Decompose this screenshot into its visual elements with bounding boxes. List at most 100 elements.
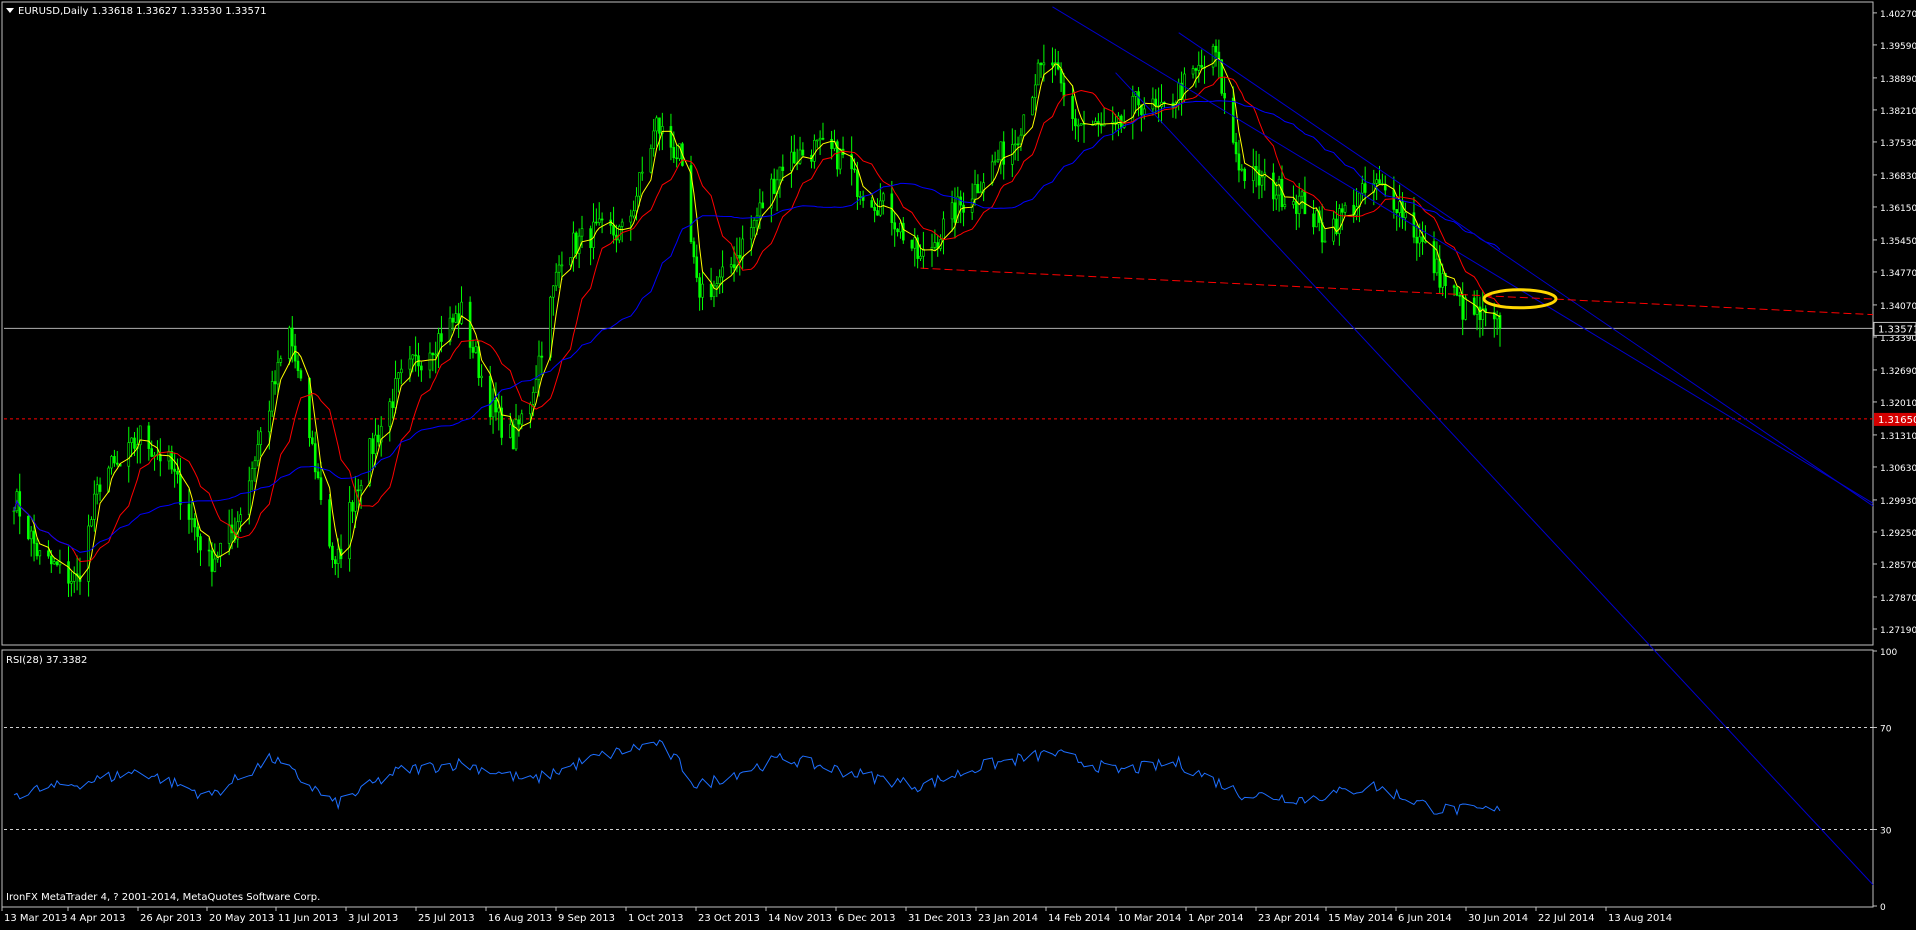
price-tick-label: 1.30630 xyxy=(1880,464,1916,474)
candle-body xyxy=(72,573,76,582)
candle-body xyxy=(296,360,300,371)
candle-body xyxy=(1031,97,1034,116)
candle-body xyxy=(996,159,1000,162)
candle-body xyxy=(497,407,501,413)
candle-body xyxy=(1421,236,1424,242)
candle-body xyxy=(451,317,455,323)
candle-body xyxy=(976,184,980,194)
candle-body xyxy=(399,368,403,374)
candle-body xyxy=(29,530,33,540)
candle-body xyxy=(652,130,656,149)
candle-body xyxy=(557,264,561,273)
candle-body xyxy=(1458,295,1462,297)
candle-body xyxy=(35,543,39,557)
candle-body xyxy=(701,283,704,298)
candle-body xyxy=(1435,258,1439,274)
candle-body xyxy=(540,355,544,358)
candle-body xyxy=(239,514,242,523)
candle-body xyxy=(979,191,983,194)
candle-body xyxy=(520,413,524,425)
time-tick-label: 6 Jun 2014 xyxy=(1398,913,1452,924)
candle-body xyxy=(1240,168,1244,171)
candle-body xyxy=(790,151,793,171)
candle-body xyxy=(675,157,678,160)
price-tick-label: 1.34070 xyxy=(1880,302,1916,312)
candle-body xyxy=(919,255,922,259)
price-tick-label: 1.29930 xyxy=(1880,497,1916,507)
symbol-title: EURUSD,Daily 1.33618 1.33627 1.33530 1.3… xyxy=(18,6,267,17)
candle-body xyxy=(1154,98,1158,106)
candle-body xyxy=(1375,179,1378,184)
candle-body xyxy=(1461,295,1465,320)
candle-body xyxy=(856,169,859,197)
time-tick-label: 30 Jun 2014 xyxy=(1468,913,1528,924)
candle-body xyxy=(761,202,765,209)
candle-body xyxy=(1243,168,1246,182)
candle-body xyxy=(219,542,222,557)
candle-body xyxy=(1237,153,1241,171)
time-tick-label: 22 Jul 2014 xyxy=(1538,913,1595,924)
candle-body xyxy=(150,448,153,457)
candle-body xyxy=(1283,204,1287,208)
candle-body xyxy=(336,548,340,564)
candle-body xyxy=(973,184,977,200)
candle-body xyxy=(420,365,423,371)
time-tick-label: 10 Mar 2014 xyxy=(1118,913,1181,924)
chart-window[interactable]: 1.40270 1.39590 1.38890 1.38210 1.37530 1.368… xyxy=(0,0,1916,926)
candle-body xyxy=(1455,287,1459,296)
candle-body xyxy=(649,148,653,173)
candle-body xyxy=(313,443,317,473)
candle-body xyxy=(672,147,676,159)
candle-body xyxy=(1418,236,1421,244)
candle-body xyxy=(873,207,876,211)
candle-body xyxy=(517,419,521,425)
price-tick-label: 1.29250 xyxy=(1880,529,1916,539)
candle-body xyxy=(792,151,796,164)
candle-body xyxy=(1378,179,1381,184)
candle-body xyxy=(1223,93,1226,99)
price-tick-label: 1.35450 xyxy=(1880,237,1916,247)
candle-body xyxy=(170,450,174,470)
candle-body xyxy=(1274,194,1278,200)
candle-body xyxy=(709,283,713,298)
candle-body xyxy=(592,221,595,248)
candle-body xyxy=(815,139,819,142)
time-tick-label: 13 Mar 2013 xyxy=(4,913,67,924)
candle-body xyxy=(1257,169,1261,186)
candle-body xyxy=(440,333,443,342)
chart-canvas[interactable]: 1.40270 1.39590 1.38890 1.38210 1.37530 1.368… xyxy=(0,0,1916,926)
candle-body xyxy=(1340,208,1344,213)
candle-body xyxy=(67,561,70,584)
candle-body xyxy=(316,471,320,478)
candle-body xyxy=(1039,62,1043,66)
candle-body xyxy=(1142,108,1146,115)
candle-body xyxy=(359,485,363,491)
candle-body xyxy=(1234,142,1238,155)
candle-body xyxy=(669,126,673,148)
candle-body xyxy=(1441,273,1444,288)
candle-body xyxy=(580,228,584,237)
price-tick-label: 1.31310 xyxy=(1880,432,1916,442)
candle-body xyxy=(612,225,615,236)
candle-body xyxy=(560,264,564,267)
price-tick-label: 1.27190 xyxy=(1880,626,1916,636)
candle-body xyxy=(1194,68,1198,71)
rsi-label: RSI(28) 37.3382 xyxy=(6,655,87,666)
candle-body xyxy=(55,561,59,566)
candle-body xyxy=(1392,189,1396,210)
candle-body xyxy=(1498,315,1502,329)
candle-body xyxy=(348,502,351,560)
price-tick-label: 1.27870 xyxy=(1880,594,1916,604)
candle-body xyxy=(821,137,825,140)
candle-body xyxy=(1323,240,1327,243)
price-tick-label: 1.36150 xyxy=(1880,204,1916,214)
candle-body xyxy=(597,218,601,223)
candle-body xyxy=(1002,141,1006,165)
time-tick-label: 1 Oct 2013 xyxy=(628,913,683,924)
candle-body xyxy=(910,239,914,249)
time-tick-label: 4 Apr 2013 xyxy=(70,913,125,924)
candle-body xyxy=(569,257,572,266)
candle-body xyxy=(749,227,753,240)
candle-body xyxy=(268,410,271,433)
candle-body xyxy=(1312,213,1315,228)
